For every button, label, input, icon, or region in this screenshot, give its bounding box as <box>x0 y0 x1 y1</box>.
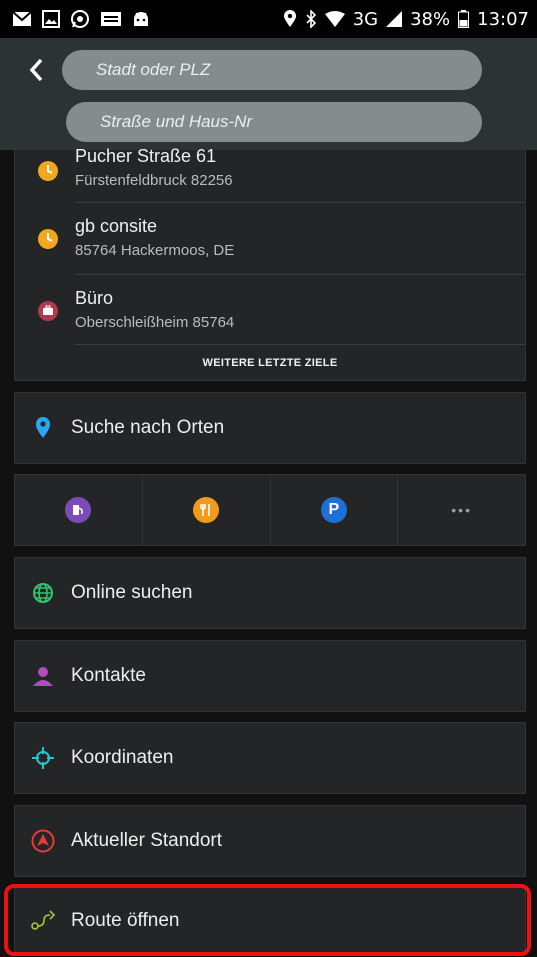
street-input[interactable] <box>66 102 482 142</box>
network-type: 3G <box>352 8 379 30</box>
battery-icon <box>458 10 470 28</box>
globe-icon <box>33 583 53 603</box>
search-places-button[interactable]: Suche nach Orten <box>14 392 526 464</box>
android-icon <box>134 12 148 26</box>
mail-icon <box>12 11 32 26</box>
more-icon: ••• <box>451 502 472 518</box>
back-arrow-icon <box>29 58 43 82</box>
recent-item-title: Büro <box>75 288 114 308</box>
battery-percent: 38% <box>410 8 451 30</box>
search-places-label: Suche nach Orten <box>71 417 225 438</box>
clock-icon <box>38 229 58 249</box>
open-route-label: Route öffnen <box>71 910 180 931</box>
parking-icon: P <box>320 497 347 523</box>
category-grid: P ••• <box>14 474 526 546</box>
recent-item[interactable]: Büro Oberschleißheim 85764 <box>15 274 525 344</box>
location-status-icon <box>283 10 296 27</box>
crosshair-icon <box>32 747 54 769</box>
fuel-icon <box>65 497 92 523</box>
search-header <box>0 38 537 150</box>
recent-item-subtitle: Oberschleißheim 85764 <box>75 314 235 331</box>
recent-item-title: Pucher Straße 61 <box>75 146 217 166</box>
coordinates-button[interactable]: Koordinaten <box>14 722 526 794</box>
signal-icon <box>386 11 403 27</box>
person-icon <box>33 667 53 686</box>
current-location-button[interactable]: Aktueller Standort <box>14 805 526 877</box>
current-location-label: Aktueller Standort <box>71 830 223 851</box>
contacts-label: Kontakte <box>71 665 146 686</box>
online-search-button[interactable]: Online suchen <box>14 557 526 629</box>
more-recent-button[interactable]: WEITERE LETZTE ZIELE <box>15 346 525 380</box>
divider <box>75 344 525 345</box>
recent-item-subtitle: Fürstenfeldbruck 82256 <box>75 172 233 189</box>
status-bar: 3G 38% 13:07 <box>0 0 537 38</box>
bluetooth-icon <box>306 10 316 28</box>
briefcase-icon <box>38 301 58 321</box>
clock-icon <box>38 161 58 181</box>
traffic-icon <box>101 12 121 26</box>
whatsapp-icon <box>71 10 89 28</box>
category-fuel-button[interactable] <box>15 475 143 545</box>
recent-item-title: gb consite <box>75 216 158 236</box>
navigation-arrow-icon <box>31 829 55 853</box>
category-parking-button[interactable]: P <box>271 475 399 545</box>
restaurant-icon <box>193 497 220 523</box>
online-search-label: Online suchen <box>71 582 193 603</box>
clock-time: 13:07 <box>477 8 529 30</box>
back-button[interactable] <box>22 52 50 88</box>
recent-item[interactable]: gb consite 85764 Hackermoos, DE <box>15 202 525 272</box>
image-icon <box>42 10 60 28</box>
recent-destinations: Pucher Straße 61 Fürstenfeldbruck 82256 … <box>14 146 526 381</box>
contacts-button[interactable]: Kontakte <box>14 640 526 712</box>
coordinates-label: Koordinaten <box>71 747 174 768</box>
location-pin-icon <box>36 417 50 438</box>
route-icon <box>31 910 56 930</box>
wifi-icon <box>324 11 345 27</box>
category-more-button[interactable]: ••• <box>398 475 525 545</box>
recent-item-subtitle: 85764 Hackermoos, DE <box>75 242 235 259</box>
city-input[interactable] <box>62 50 482 90</box>
open-route-button[interactable]: Route öffnen <box>14 887 526 955</box>
category-restaurant-button[interactable] <box>143 475 271 545</box>
